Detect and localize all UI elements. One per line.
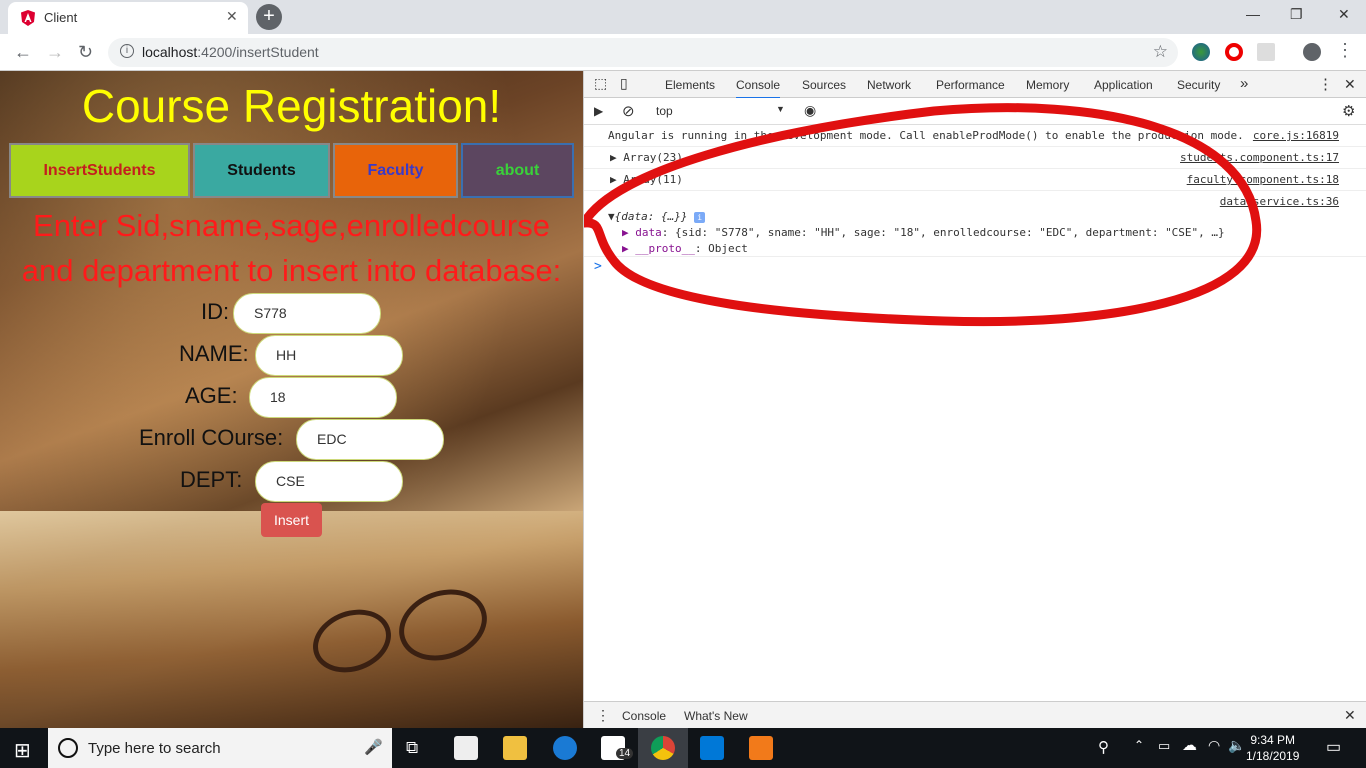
vscode-icon[interactable] (700, 736, 724, 760)
address-bar[interactable]: i localhost:4200/insertStudent ☆ (108, 38, 1178, 67)
profile-avatar-icon[interactable] (1303, 43, 1321, 61)
cortana-icon (58, 738, 78, 758)
taskbar-search[interactable]: Type here to search 🎤 (48, 728, 392, 768)
nav-about[interactable]: about (461, 143, 574, 198)
instruction-text: Enter Sid,sname,sage,enrolledcourse and … (21, 208, 562, 288)
extension-chart-icon[interactable] (1257, 43, 1275, 61)
nav-insert-students[interactable]: InsertStudents (9, 143, 190, 198)
angular-icon (21, 10, 35, 26)
bookmark-star-icon[interactable]: ☆ (1153, 42, 1168, 62)
opera-icon[interactable] (1225, 43, 1243, 61)
tab-title: Client (44, 10, 78, 25)
extension-globe-icon[interactable] (1192, 43, 1210, 61)
menu-kebab-icon[interactable]: ⋮ (1336, 40, 1354, 61)
dept-label: DEPT: (180, 467, 243, 492)
tab-close-icon[interactable]: ✕ (226, 8, 238, 25)
name-label: NAME: (179, 341, 249, 366)
store-icon[interactable] (454, 736, 478, 760)
name-input[interactable]: HH (255, 335, 403, 376)
age-label: AGE: (185, 383, 238, 408)
battery-icon[interactable]: ▭ (1158, 738, 1170, 754)
course-input[interactable]: EDC (296, 419, 444, 460)
background-books-image (0, 511, 583, 728)
devtools-panel: ⬚ ▯ Elements Console Sources Network Per… (583, 71, 1366, 728)
nav-students[interactable]: Students (193, 143, 330, 198)
web-page: Course Registration! InsertStudents Stud… (0, 71, 583, 728)
browser-tab[interactable]: Client ✕ (8, 2, 248, 34)
task-view-icon[interactable]: ⧉ (406, 738, 418, 758)
volume-icon[interactable]: 🔈 (1228, 737, 1245, 754)
course-label: Enroll COurse: (139, 425, 284, 450)
file-explorer-icon[interactable] (503, 736, 527, 760)
back-icon[interactable]: ← (14, 42, 32, 63)
people-icon[interactable]: ⚲ (1098, 738, 1109, 756)
url-text[interactable]: localhost:4200/insertStudent (142, 44, 319, 60)
info-icon[interactable]: i (120, 44, 134, 58)
wifi-icon[interactable]: ◠ (1208, 737, 1220, 754)
edge-icon[interactable] (553, 736, 577, 760)
onedrive-icon[interactable]: ☁ (1182, 736, 1197, 754)
close-window-icon[interactable]: ✕ (1338, 6, 1350, 23)
system-clock[interactable]: 9:34 PM 1/18/2019 (1246, 732, 1299, 764)
red-annotation-circle (584, 103, 1262, 327)
taskbar: ⊞ Type here to search 🎤 ⧉ 14 ⚲ ⌃ ▭ ☁ ◠ 🔈… (0, 728, 1366, 768)
new-tab-button[interactable]: + (256, 4, 282, 30)
browser-toolbar: ← → ↻ i localhost:4200/insertStudent ☆ ⋮ (0, 34, 1366, 71)
id-input[interactable]: S778 (233, 293, 381, 334)
page-title: Course Registration! (81, 80, 502, 132)
insert-button[interactable]: Insert (261, 503, 322, 537)
restore-icon[interactable]: ❐ (1290, 6, 1303, 23)
minimize-icon[interactable]: — (1246, 6, 1260, 22)
chrome-icon[interactable] (651, 736, 675, 760)
windows-start-icon[interactable]: ⊞ (14, 738, 31, 763)
chevron-up-icon[interactable]: ⌃ (1134, 738, 1144, 752)
reload-icon[interactable]: ↻ (78, 42, 93, 63)
forward-icon[interactable]: → (46, 42, 64, 63)
nav-faculty[interactable]: Faculty (333, 143, 458, 198)
dept-input[interactable]: CSE (255, 461, 403, 502)
notification-icon[interactable]: ▭ (1326, 737, 1341, 757)
age-input[interactable]: 18 (249, 377, 397, 418)
id-label: ID: (201, 299, 230, 324)
xampp-icon[interactable] (749, 736, 773, 760)
mail-badge: 14 (616, 748, 634, 759)
tab-strip: Client ✕ + — ❐ ✕ (0, 0, 1366, 34)
microphone-icon[interactable]: 🎤 (364, 738, 383, 756)
